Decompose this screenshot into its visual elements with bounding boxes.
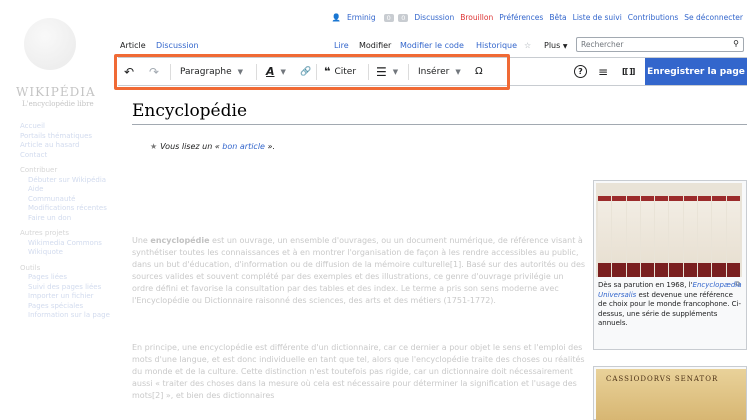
logout-link[interactable]: Se déconnecter — [684, 13, 743, 22]
personal-tools: 👤 Erminig 0 0 Discussion Brouillon Préfé… — [332, 13, 743, 22]
sidebar-item-start[interactable]: Débuter sur Wikipédia — [20, 176, 116, 186]
contributions-link[interactable]: Contributions — [628, 13, 678, 22]
sidebar-item-wikiquote[interactable]: Wikiquote — [20, 248, 116, 258]
book-spine — [626, 196, 640, 277]
infobox-thumbnail: ⧉ Dès sa parution en 1968, l'Encyclopædi… — [593, 180, 747, 350]
tab-more-label: Plus — [544, 41, 561, 50]
book-spine — [655, 196, 669, 277]
second-thumbnail: CASSIODORVS SENATOR — [593, 366, 747, 420]
sidebar-item-recent-changes[interactable]: Modifications récentes — [20, 204, 116, 214]
search-icon[interactable]: ⚲ — [733, 39, 739, 48]
sidebar-links: Accueil Portails thématiques Article au … — [20, 122, 116, 321]
tab-article[interactable]: Article — [120, 41, 146, 50]
page-options-menu-icon[interactable]: ≡ — [598, 58, 608, 85]
p1-bold-term: encyclopédie — [150, 236, 210, 245]
sandbox-link[interactable]: Brouillon — [460, 13, 493, 22]
notifications[interactable]: 0 0 — [382, 13, 409, 22]
switch-to-source-icon[interactable]: [[ ]] — [622, 58, 635, 85]
sidebar-item-random[interactable]: Article au hasard — [20, 141, 116, 151]
encyclopedia-books-image[interactable] — [596, 183, 742, 277]
tab-discussion[interactable]: Discussion — [156, 41, 199, 50]
sidebar-item-commons[interactable]: Wikimedia Commons — [20, 239, 116, 249]
wikipedia-globe-logo[interactable] — [24, 18, 76, 70]
sidebar-item-donate[interactable]: Faire un don — [20, 214, 116, 224]
caption-prefix: Dès sa parution en 1968, l' — [598, 281, 693, 289]
sidebar-item-related-changes[interactable]: Suivi des pages liées — [20, 283, 116, 293]
sidebar-item-home[interactable]: Accueil — [20, 122, 116, 132]
book-spine — [726, 196, 740, 277]
help-icon[interactable]: ? — [574, 65, 587, 78]
book-spine — [669, 196, 683, 277]
tab-edit[interactable]: Modifier — [359, 41, 391, 50]
sidebar-item-contact[interactable]: Contact — [20, 151, 116, 161]
chevron-down-icon: ▼ — [562, 43, 568, 50]
sidebar-item-help[interactable]: Aide — [20, 185, 116, 195]
search-placeholder: Rechercher — [581, 40, 624, 49]
tab-edit-source[interactable]: Modifier le code — [400, 41, 464, 50]
good-article-link[interactable]: bon article — [222, 142, 265, 151]
preferences-link[interactable]: Préférences — [499, 13, 543, 22]
user-icon: 👤 — [331, 13, 341, 22]
good-article-notice: ★ Vous lisez un « bon article ». — [150, 142, 275, 151]
sidebar-heading-projects: Autres projets — [20, 229, 69, 237]
book-spine — [640, 196, 655, 277]
notice-prefix: Vous lisez un « — [160, 142, 223, 151]
title-divider — [132, 124, 747, 125]
book-spine — [598, 196, 612, 277]
notice-suffix: ». — [264, 142, 276, 151]
sidebar-item-portals[interactable]: Portails thématiques — [20, 132, 116, 142]
book-spine — [712, 196, 726, 277]
save-page-button[interactable]: Enregistrer la page — [645, 58, 747, 85]
sidebar-item-upload[interactable]: Importer un fichier — [20, 292, 116, 302]
sidebar-heading-contribute: Contribuer — [20, 166, 58, 174]
search-input[interactable]: Rechercher ⚲ — [576, 37, 744, 52]
sidebar: WIKIPÉDIA L'encyclopédie libre Accueil P… — [0, 0, 118, 420]
watch-star-icon[interactable]: ☆ — [524, 41, 531, 50]
article-paragraph-1[interactable]: Une encyclopédie est un ouvrage, un ense… — [132, 235, 587, 307]
sidebar-item-page-info[interactable]: Information sur la page — [20, 311, 116, 321]
toolbar-highlight-box — [114, 54, 510, 90]
watchlist-link[interactable]: Liste de suivi — [573, 13, 622, 22]
tab-read[interactable]: Lire — [334, 41, 349, 50]
cassiodorus-image[interactable]: CASSIODORVS SENATOR — [596, 369, 746, 420]
logo-wordmark: WIKIPÉDIA — [16, 85, 96, 99]
logo-tagline: L'encyclopédie libre — [22, 100, 94, 108]
sidebar-item-linked-pages[interactable]: Pages liées — [20, 273, 116, 283]
sidebar-item-community[interactable]: Communauté — [20, 195, 116, 205]
user-talk-link[interactable]: Discussion — [414, 13, 454, 22]
user-link[interactable]: Erminig — [347, 13, 376, 22]
alerts-badge[interactable]: 0 — [383, 14, 394, 22]
page-title: Encyclopédie — [132, 101, 247, 121]
thumbnail-caption: Dès sa parution en 1968, l'Encyclopædia … — [598, 281, 742, 329]
notices-badge[interactable]: 0 — [398, 14, 409, 22]
sidebar-heading-tools: Outils — [20, 263, 41, 272]
sidebar-item-special-pages[interactable]: Pages spéciales — [20, 302, 116, 312]
beta-link[interactable]: Bêta — [549, 13, 566, 22]
book-spine — [683, 196, 698, 277]
book-spine — [698, 196, 712, 277]
tab-history[interactable]: Historique — [476, 41, 517, 50]
p1-start: Une — [132, 236, 151, 245]
tab-more[interactable]: Plus ▼ — [544, 41, 567, 50]
p1-text: est un ouvrage, un ensemble d'ouvrages, … — [132, 236, 586, 305]
star-icon: ★ — [150, 142, 158, 151]
book-spine — [612, 196, 626, 277]
article-paragraph-2[interactable]: En principe, une encyclopédie est différ… — [132, 342, 587, 402]
